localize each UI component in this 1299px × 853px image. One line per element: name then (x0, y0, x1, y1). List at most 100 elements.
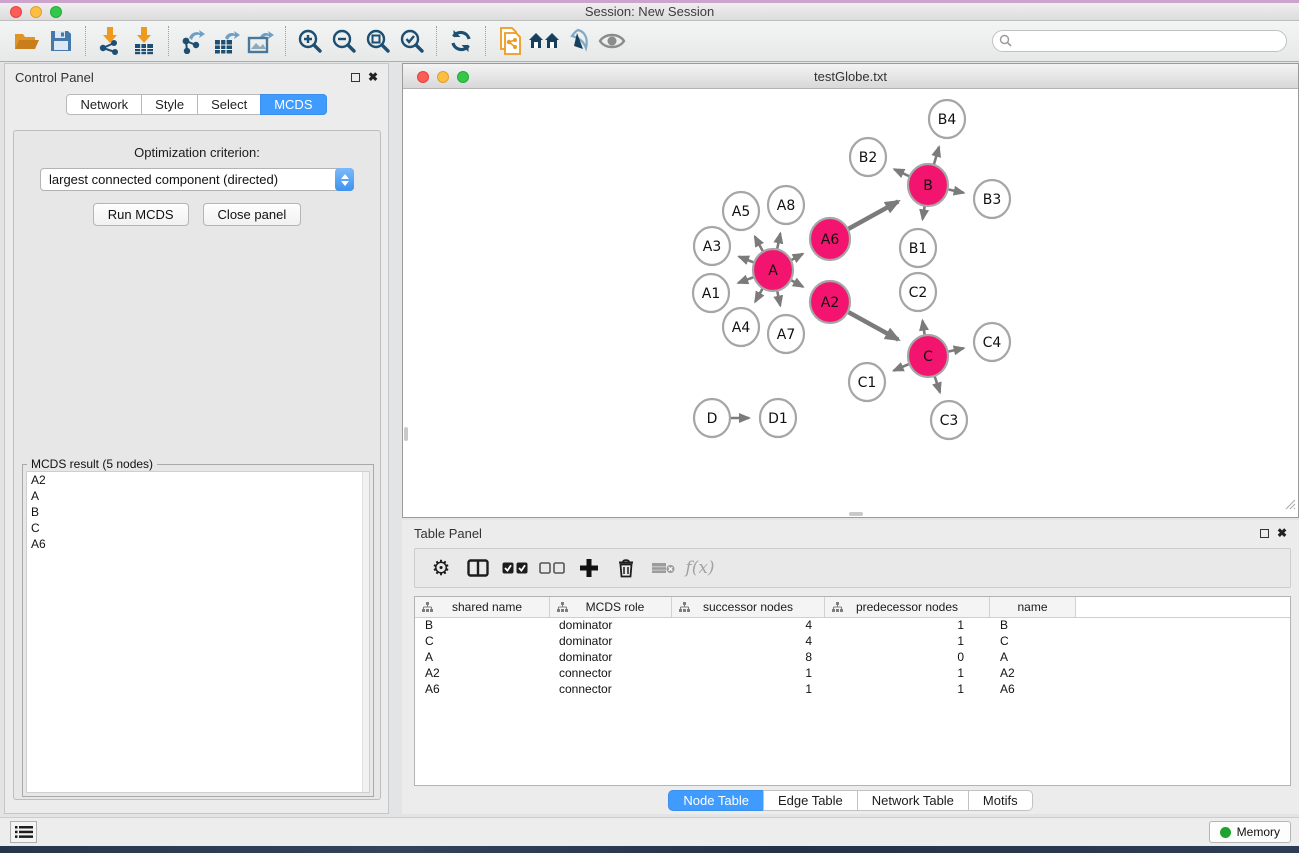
table-cell[interactable]: A2 (990, 666, 1076, 682)
list-scrollbar[interactable] (362, 472, 369, 792)
memory-button[interactable]: Memory (1209, 821, 1291, 843)
table-row[interactable]: A2connector11A2 (415, 666, 1290, 682)
close-panel-icon[interactable]: ✖ (368, 72, 378, 82)
resize-grip[interactable] (1284, 497, 1296, 515)
table-row[interactable]: Cdominator41C (415, 634, 1290, 650)
export-network-icon[interactable] (176, 25, 210, 57)
graph-edge-A-A3[interactable] (739, 257, 753, 263)
task-history-button[interactable] (10, 821, 37, 843)
tab-motifs[interactable]: Motifs (968, 790, 1033, 811)
table-cell[interactable]: 1 (672, 666, 825, 682)
table-cell[interactable]: 1 (825, 618, 990, 634)
network-minimize-button[interactable] (437, 71, 449, 83)
show-hide-icon[interactable] (595, 25, 629, 57)
graph-edge-A-A1[interactable] (738, 277, 753, 283)
create-column-icon[interactable] (575, 553, 603, 583)
close-panel-button[interactable]: Close panel (203, 203, 302, 226)
graph-edge-B-B4[interactable] (934, 147, 939, 165)
show-columns-icon[interactable] (464, 553, 492, 583)
table-settings-gear-icon[interactable]: ⚙ (427, 553, 455, 583)
mcds-result-item[interactable]: A (27, 488, 369, 504)
horizontal-scroll-thumb[interactable] (849, 512, 863, 516)
optimization-criterion-select[interactable]: largest connected component (directed) (40, 168, 354, 191)
graph-edge-A-A5[interactable] (755, 236, 763, 251)
graph-edge-B-B2[interactable] (894, 169, 909, 176)
deselect-all-columns-icon[interactable] (538, 553, 566, 583)
zoom-in-icon[interactable] (293, 25, 327, 57)
table-cell[interactable]: B (990, 618, 1076, 634)
graph-edge-B-B1[interactable] (923, 206, 925, 220)
tab-network-table[interactable]: Network Table (857, 790, 969, 811)
table-cell[interactable]: 4 (672, 618, 825, 634)
graph-edge-A-A4[interactable] (755, 288, 763, 301)
table-cell[interactable]: A (415, 650, 550, 666)
table-cell[interactable]: dominator (550, 650, 672, 666)
zoom-window-button[interactable] (50, 6, 62, 18)
table-row[interactable]: A6connector11A6 (415, 682, 1290, 698)
highlight-icon[interactable] (561, 25, 595, 57)
network-window-titlebar[interactable]: testGlobe.txt (403, 64, 1298, 89)
table-cell[interactable]: connector (550, 666, 672, 682)
table-cell[interactable]: 1 (672, 682, 825, 698)
import-network-icon[interactable] (93, 25, 127, 57)
network-close-button[interactable] (417, 71, 429, 83)
table-row[interactable]: Adominator80A (415, 650, 1290, 666)
zoom-out-icon[interactable] (327, 25, 361, 57)
graph-edge-A6-B[interactable] (848, 201, 898, 228)
table-cell[interactable]: dominator (550, 634, 672, 650)
table-cell[interactable]: C (415, 634, 550, 650)
save-session-icon[interactable] (44, 25, 78, 57)
graph-edge-C-C3[interactable] (935, 376, 940, 392)
column-header-predecessor-nodes[interactable]: predecessor nodes (825, 597, 990, 617)
export-image-icon[interactable] (244, 25, 278, 57)
table-cell[interactable]: dominator (550, 618, 672, 634)
graph-edge-A-A7[interactable] (777, 291, 780, 306)
zoom-selected-icon[interactable] (395, 25, 429, 57)
table-cell[interactable]: 8 (672, 650, 825, 666)
graph-edge-C-C2[interactable] (922, 321, 924, 336)
column-header-successor-nodes[interactable]: successor nodes (672, 597, 825, 617)
mcds-result-item[interactable]: B (27, 504, 369, 520)
refresh-view-icon[interactable] (444, 25, 478, 57)
table-cell[interactable]: A (990, 650, 1076, 666)
network-zoom-button[interactable] (457, 71, 469, 83)
tab-select[interactable]: Select (197, 94, 261, 115)
network-canvas[interactable]: B4B2BB3B1C2A5A8A6A3AA1A2A4A7C4CC1C3DD1 (403, 89, 1298, 517)
graph-edge-C-C4[interactable] (949, 348, 964, 351)
graph-edge-A-A6[interactable] (791, 254, 802, 260)
close-table-panel-icon[interactable]: ✖ (1277, 528, 1287, 538)
table-cell[interactable]: 4 (672, 634, 825, 650)
vertical-scroll-thumb[interactable] (404, 427, 408, 441)
table-cell[interactable]: B (415, 618, 550, 634)
table-cell[interactable]: A2 (415, 666, 550, 682)
mcds-result-list[interactable]: A2ABCA6 (26, 471, 370, 793)
column-header-mcds-role[interactable]: MCDS role (550, 597, 672, 617)
table-cell[interactable]: 1 (825, 634, 990, 650)
column-header-name[interactable]: name (990, 597, 1076, 617)
run-mcds-button[interactable]: Run MCDS (93, 203, 189, 226)
tab-style[interactable]: Style (141, 94, 198, 115)
table-cell[interactable]: 1 (825, 666, 990, 682)
table-cell[interactable]: C (990, 634, 1076, 650)
home-layout-icon[interactable] (527, 25, 561, 57)
column-header-shared-name[interactable]: shared name (415, 597, 550, 617)
table-cell[interactable]: connector (550, 682, 672, 698)
import-table-icon[interactable] (127, 25, 161, 57)
close-window-button[interactable] (10, 6, 22, 18)
graph-edge-C-C1[interactable] (894, 364, 909, 370)
float-table-panel-icon[interactable] (1260, 529, 1269, 538)
table-cell[interactable]: A6 (990, 682, 1076, 698)
table-cell[interactable]: 0 (825, 650, 990, 666)
delete-column-icon[interactable] (612, 553, 640, 583)
tab-node-table[interactable]: Node Table (668, 790, 764, 811)
zoom-fit-icon[interactable] (361, 25, 395, 57)
graph-edge-A-A8[interactable] (777, 233, 780, 249)
table-cell[interactable]: A6 (415, 682, 550, 698)
table-cell[interactable]: 1 (825, 682, 990, 698)
minimize-window-button[interactable] (30, 6, 42, 18)
open-session-icon[interactable] (10, 25, 44, 57)
graph-edge-A-A2[interactable] (791, 280, 803, 287)
select-all-columns-icon[interactable] (501, 553, 529, 583)
export-table-icon[interactable] (210, 25, 244, 57)
tab-network[interactable]: Network (66, 94, 142, 115)
